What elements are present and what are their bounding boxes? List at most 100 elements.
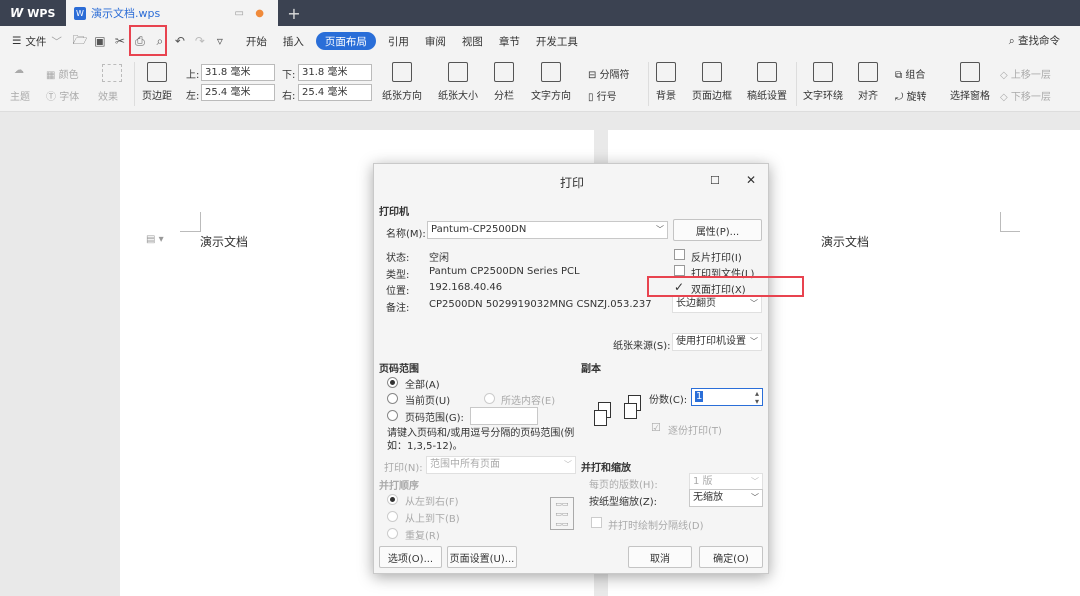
copies-section-title: 副本 [581,364,601,375]
pages-per-sheet-label: 每页的版数(H): [589,480,658,491]
top-margin-input[interactable]: 31.8 毫米 [201,64,275,81]
paper-size-icon [448,62,468,82]
colors-button[interactable]: ▦ 颜色 [46,66,79,81]
menu-view[interactable]: 视图 [454,26,491,56]
menu-sections[interactable]: 章节 [491,26,528,56]
menu-page-layout[interactable]: 页面布局 [315,32,376,50]
draw-separator-checkbox[interactable] [591,517,602,528]
unsaved-dot-icon[interactable]: ● [255,8,264,19]
comment-label: 备注: [386,303,410,314]
menu-references[interactable]: 引用 [380,26,417,56]
effects-button[interactable]: 效果 [98,88,118,103]
reverse-print-checkbox[interactable] [674,249,685,260]
duplex-mode-select[interactable]: 长边翻页 ﹀ [672,295,762,313]
fonts-icon: Ⓣ [46,92,60,103]
copies-label: 份数(C): [649,395,688,406]
ok-button[interactable]: 确定(O) [699,546,763,568]
menu-insert[interactable]: 插入 [275,26,312,56]
grid-paper-button[interactable]: 稿纸设置 [747,62,787,102]
align-button[interactable]: 对齐 [858,62,878,102]
range-all-radio[interactable] [387,377,398,388]
save-icon[interactable]: ▣ [90,26,110,56]
page-border-button[interactable]: 页面边框 [692,62,732,102]
paper-source-select[interactable]: 使用打印机设置 ﹀ [672,333,762,351]
right-margin-label: 右: [282,91,296,102]
bring-forward-icon: ◇ [1000,70,1011,81]
range-pages-radio[interactable] [387,410,398,421]
order-repeat-radio[interactable] [387,528,398,539]
group-label: 组合 [905,70,926,81]
open-folder-icon[interactable]: 🗁 [70,26,90,56]
margins-button[interactable]: 页边距 [142,62,172,102]
background-button[interactable]: 背景 [656,62,676,102]
writer-file-icon: W [74,6,86,20]
left-margin-input[interactable]: 25.4 毫米 [201,84,275,101]
theme-button[interactable]: 主题 [10,88,30,103]
ribbon-divider [134,62,135,106]
new-tab-button[interactable]: + [284,0,304,26]
effects-icon [102,64,122,82]
selection-pane-icon [960,62,980,82]
fonts-button[interactable]: Ⓣ 字体 [46,88,79,103]
page-range-input[interactable] [470,407,538,425]
search-command[interactable]: ⌕ 查找命令 [1009,33,1060,48]
wps-home-tab[interactable]: W WPS [0,0,64,26]
range-current-radio[interactable] [387,393,398,404]
maximize-icon[interactable]: ☐ [710,174,720,187]
undo-icon[interactable]: ↶ [170,26,190,56]
page-range-section-title: 页码范围 [379,364,419,375]
stepper-icon[interactable]: ▴ ▾ [755,390,759,406]
options-button[interactable]: 选项(O)... [379,546,442,568]
range-selection-radio[interactable] [484,393,495,404]
paragraph-handle-icon[interactable]: ▤ ▾ [146,234,164,245]
send-backward-button[interactable]: ◇ 下移一层 [1000,88,1051,103]
print-to-file-checkbox[interactable] [674,265,685,276]
scale-to-paper-select[interactable]: 无缩放 ﹀ [689,489,763,507]
line-numbers-button[interactable]: ▯ 行号 [588,88,617,103]
ribbon-divider [648,62,649,106]
copies-input[interactable]: 1 ▴ ▾ [691,388,763,406]
format-painter-icon[interactable]: ✂ [110,26,130,56]
printer-select[interactable]: Pantum-CP2500DN ﹀ [427,221,668,239]
order-ltr-radio[interactable] [387,494,398,505]
left-margin-label: 左: [186,91,200,102]
menu-start[interactable]: 开始 [238,26,275,56]
file-menu[interactable]: ☰ 文件 ﹀ [0,26,70,56]
quick-access-dropdown-icon[interactable]: ▿ [210,26,230,56]
rotate-button[interactable]: ⤾ 旋转 [895,88,927,103]
collate-checkbox[interactable]: ☑ [651,421,661,434]
cancel-button[interactable]: 取消 [628,546,692,568]
location-label: 位置: [386,286,410,297]
page-setup-button[interactable]: 页面设置(U)... [447,546,517,568]
columns-button[interactable]: 分栏 [494,62,514,102]
bottom-margin-label: 下: [282,70,296,81]
bottom-margin-input[interactable]: 31.8 毫米 [298,64,372,81]
dialog-title: 打印 [560,176,585,190]
chevron-down-icon: ﹀ [750,337,758,346]
redo-icon[interactable]: ↷ [190,26,210,56]
range-all-label: 全部(A) [405,380,440,391]
text-direction-button[interactable]: 文字方向 [531,62,571,102]
bring-forward-button[interactable]: ◇ 上移一层 [1000,66,1051,81]
title-bar: W WPS W 演示文档.wps ▭ ● + [0,0,1080,26]
document-tab[interactable]: W 演示文档.wps ▭ ● [66,0,278,26]
selection-pane-button[interactable]: 选择窗格 [950,62,990,102]
properties-button[interactable]: 属性(P)... [673,219,762,241]
print-subset-value: 范围中所有页面 [430,459,500,470]
range-selection-label: 所选内容(E) [501,396,556,407]
order-ttb-radio[interactable] [387,511,398,522]
page-border-label: 页面边框 [692,91,732,102]
text-wrap-button[interactable]: 文字环绕 [803,62,843,102]
right-margin-input[interactable]: 25.4 毫米 [298,84,372,101]
menu-developer[interactable]: 开发工具 [528,26,586,56]
close-icon[interactable]: ✕ [746,173,756,187]
rotate-icon: ⤾ [895,92,907,103]
monitor-icon[interactable]: ▭ [235,8,244,19]
status-label: 状态: [386,253,410,264]
print-subset-select[interactable]: 范围中所有页面 ﹀ [426,456,576,474]
orientation-button[interactable]: 纸张方向 [382,62,422,102]
paper-size-button[interactable]: 纸张大小 [438,62,478,102]
group-button[interactable]: ⧉ 组合 [895,66,925,81]
menu-review[interactable]: 审阅 [417,26,454,56]
separator-button[interactable]: ⊟ 分隔符 [588,66,630,81]
